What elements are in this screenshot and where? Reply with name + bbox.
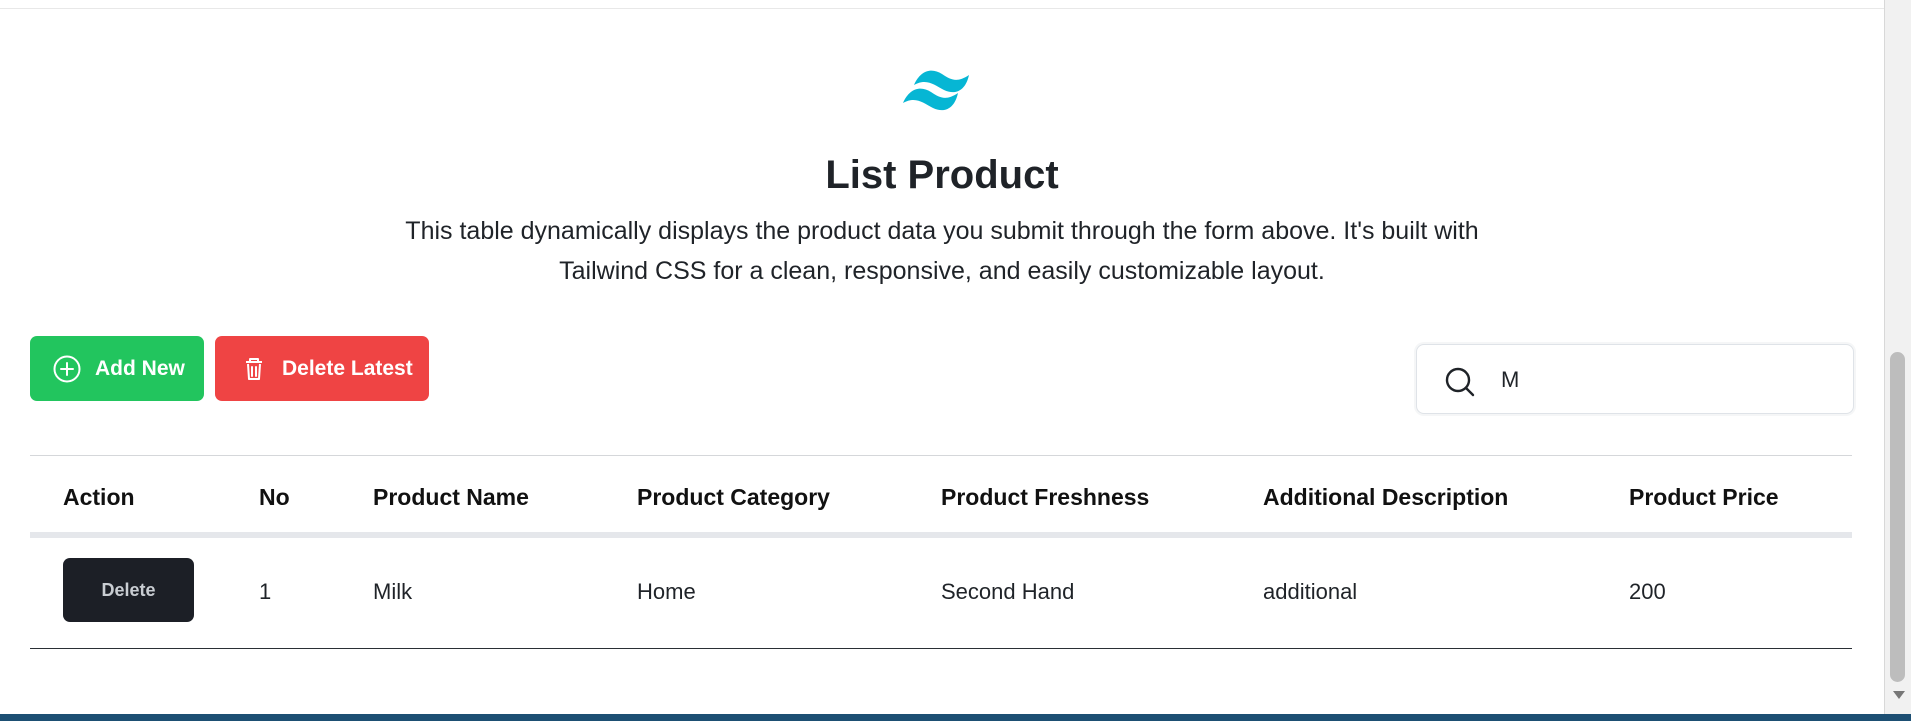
product-table: Action No Product Name Product Category … xyxy=(30,455,1852,649)
cell-product-freshness: Second Hand xyxy=(941,579,1075,604)
cell-no: 1 xyxy=(259,579,272,604)
header-product-category: Product Category xyxy=(637,484,830,510)
row-delete-button[interactable]: Delete xyxy=(63,558,194,622)
table-row: Delete 1 Milk Home Second Hand additiona… xyxy=(30,538,1852,649)
page-title: List Product xyxy=(825,153,1059,197)
trash-icon xyxy=(246,357,262,380)
search-icon xyxy=(1445,367,1475,397)
cell-additional-description: additional xyxy=(1263,579,1358,604)
header-no: No xyxy=(259,484,290,510)
delete-latest-label: Delete Latest xyxy=(282,356,413,380)
plus-circle-icon xyxy=(53,355,81,382)
tailwind-logo-icon xyxy=(903,70,969,111)
description-line-2: Tailwind CSS for a clean, responsive, an… xyxy=(559,257,1325,285)
search-box[interactable] xyxy=(1416,344,1854,414)
header-additional-description: Additional Description xyxy=(1263,484,1509,510)
delete-latest-button[interactable]: Delete Latest xyxy=(215,336,429,401)
table-header: Action No Product Name Product Category … xyxy=(30,455,1852,538)
page-viewport: List Product This table dynamically disp… xyxy=(0,0,1884,714)
cell-product-name: Milk xyxy=(373,579,413,604)
header-product-freshness: Product Freshness xyxy=(941,484,1150,510)
scrollbar-thumb[interactable] xyxy=(1890,352,1905,682)
top-divider xyxy=(0,8,1884,9)
cell-product-price: 200 xyxy=(1629,579,1666,604)
add-new-button[interactable]: Add New xyxy=(30,336,204,401)
header-action: Action xyxy=(63,484,135,510)
header-product-name: Product Name xyxy=(373,484,529,510)
header-product-price: Product Price xyxy=(1629,484,1779,510)
scroll-down-arrow-icon[interactable] xyxy=(1893,691,1905,699)
page-description: This table dynamically displays the prod… xyxy=(342,211,1542,291)
vertical-scrollbar[interactable] xyxy=(1884,0,1911,714)
cell-product-category: Home xyxy=(637,579,696,604)
add-new-label: Add New xyxy=(95,356,185,380)
search-input[interactable] xyxy=(1499,359,1833,401)
description-line-1: This table dynamically displays the prod… xyxy=(405,217,1479,245)
